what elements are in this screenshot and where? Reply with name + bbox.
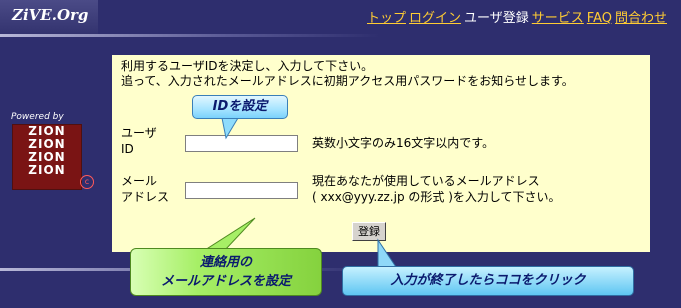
callout-set-email: 連絡用の メールアドレスを設定	[130, 248, 322, 296]
callout-click-here: 入力が終了したらココをクリック	[342, 266, 634, 296]
user-id-note: 英数小文字のみ16文字以内です。	[312, 136, 495, 150]
header-divider	[0, 34, 380, 37]
user-id-label-line2: ID	[121, 142, 134, 156]
nav-link-login[interactable]: ログイン	[409, 11, 461, 26]
email-note: 現在あなたが使用しているメールアドレス ( xxx@yyy.zz.jp の形式 …	[312, 173, 561, 205]
email-label-line2: アドレス	[121, 190, 170, 204]
nav-link-top[interactable]: トップ	[367, 11, 406, 26]
user-id-input[interactable]	[185, 135, 298, 152]
nav-current-user-register: ユーザ登録	[464, 11, 529, 26]
email-label-line1: メール	[121, 174, 158, 188]
callout-set-email-line1: 連絡用の	[199, 255, 252, 270]
user-id-label-line1: ユーザ	[121, 126, 157, 140]
callout-set-id: IDを設定	[192, 95, 288, 119]
nav-link-contact[interactable]: 問合わせ	[615, 11, 667, 26]
email-input[interactable]	[185, 182, 298, 199]
callout-set-email-line2: メールアドレスを設定	[160, 274, 291, 289]
zion-logo: ZION ZION ZION ZION	[12, 124, 82, 190]
email-note-line1: 現在あなたが使用しているメールアドレス	[312, 174, 540, 188]
top-nav: トップ ログイン ユーザ登録 サービス FAQ 問合わせ	[364, 7, 667, 26]
powered-by-label: Powered by	[11, 112, 64, 122]
form-intro-text: 利用するユーザIDを決定し、入力して下さい。 追って、入力されたメールアドレスに…	[121, 59, 574, 88]
email-note-line2: ( xxx@yyy.zz.jp の形式 )を入力して下さい。	[312, 190, 561, 204]
zion-logo-line: ZION	[28, 162, 66, 178]
nav-link-faq[interactable]: FAQ	[587, 11, 612, 26]
registration-form: 利用するユーザIDを決定し、入力して下さい。 追って、入力されたメールアドレスに…	[112, 55, 650, 252]
site-logo[interactable]: ZiVE.Org	[0, 0, 98, 34]
email-label: メール アドレス	[121, 173, 169, 205]
copyright-icon: c	[80, 175, 94, 189]
nav-link-service[interactable]: サービス	[532, 11, 584, 26]
user-id-label: ユーザ ID	[121, 125, 157, 157]
register-button[interactable]: 登録	[352, 222, 386, 241]
